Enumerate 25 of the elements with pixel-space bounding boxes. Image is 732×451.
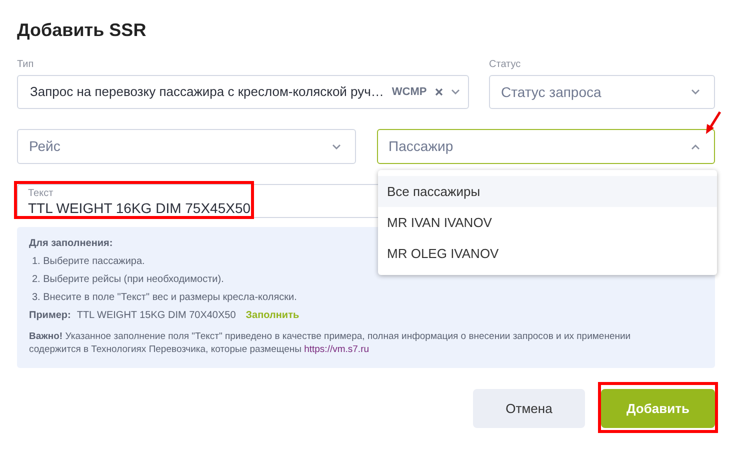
example-text: TTL WEIGHT 15KG DIM 70X40X50 [76, 310, 236, 322]
passenger-select[interactable]: Пассажир [376, 129, 715, 164]
field-value: TTL WEIGHT 16KG DIM 75X45X50 [28, 199, 251, 217]
field-label: Текст [28, 188, 54, 199]
note-text: Важно! Указанное заполнение поля "Текст" приведено в качестве примера, полная информация о внесении запросов и их применении содержится в Технологиях Перевозчика, которые размещены https://vm.s7.ru [29, 330, 632, 356]
select-value: Запрос на перевозку пассажира с креслом-коляской руч… [30, 83, 384, 102]
dropdown-option[interactable]: MR IVAN IVANOV [378, 207, 717, 238]
dropdown-option[interactable]: MR OLEG IVANOV [378, 238, 717, 269]
flight-select[interactable]: Рейс [17, 129, 356, 164]
instruction-step: 3. Внесите в поле "Текст" вес и размеры кресла-коляски. [32, 292, 715, 304]
dialog-title: Добавить SSR [17, 19, 148, 42]
select-placeholder: Рейс [29, 137, 60, 156]
website-link[interactable]: https://vm.s7.ru [304, 344, 370, 355]
field-label: Тип [17, 59, 35, 71]
type-select[interactable]: Запрос на перевозку пассажира с креслом-коляской руч… WCMP [17, 75, 469, 109]
select-placeholder: Статус запроса [501, 82, 602, 102]
field-label: Статус [489, 59, 522, 71]
instruction-step: 2. Выберите рейсы (при необходимости). [32, 274, 715, 286]
status-select[interactable]: Статус запроса [489, 75, 715, 109]
dropdown-option[interactable]: Все пассажиры [378, 176, 717, 207]
example-label: Пример: [29, 310, 71, 322]
select-placeholder: Пассажир [388, 137, 454, 156]
code-tag: WCMP [392, 84, 427, 100]
cancel-button[interactable]: Отмена [473, 389, 585, 428]
info-heading: Для заполнения: [29, 238, 114, 250]
